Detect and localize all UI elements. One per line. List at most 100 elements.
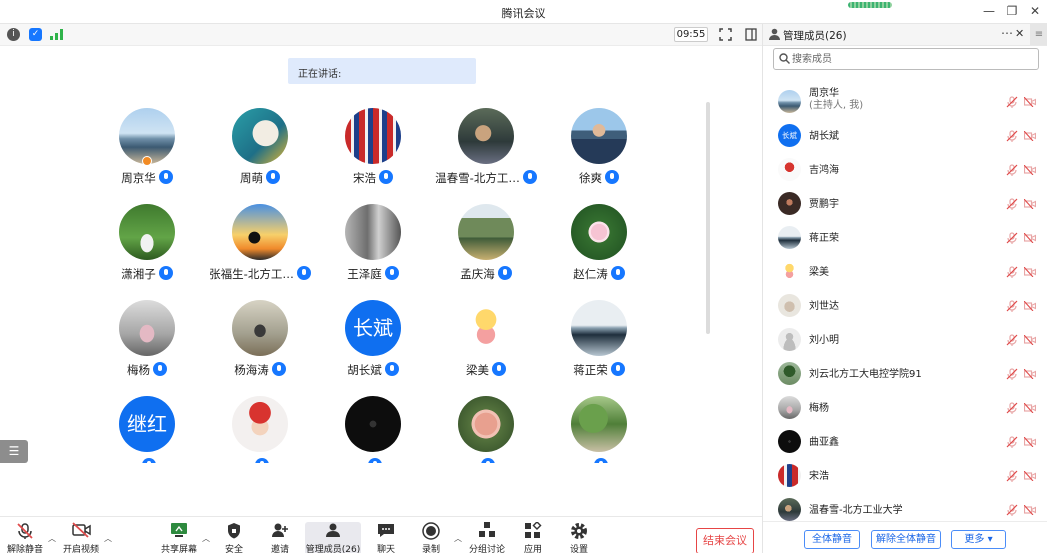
camera-off-icon[interactable] <box>1023 504 1037 516</box>
end-meeting-button[interactable]: 结束会议 <box>696 528 754 553</box>
more-options-icon[interactable]: ⋯ <box>1001 26 1013 40</box>
start-video-button[interactable]: 开启视频 <box>59 522 103 553</box>
mic-icon <box>610 266 625 280</box>
mic-muted-icon[interactable] <box>1006 334 1018 346</box>
more-button[interactable]: 更多 ▾ <box>951 530 1006 549</box>
close-panel-icon[interactable]: ✕ <box>1015 27 1024 40</box>
member-row[interactable]: 梁美 <box>763 254 1047 288</box>
participant-tile[interactable]: 潇湘子 <box>90 196 204 292</box>
camera-off-icon[interactable] <box>1023 96 1037 108</box>
fullscreen-icon[interactable] <box>719 28 732 41</box>
camera-off-icon[interactable] <box>1023 334 1037 346</box>
participant-tile[interactable]: 继红 <box>90 388 204 463</box>
participant-tile[interactable]: 梅杨 <box>90 292 204 388</box>
audio-options-caret-icon[interactable]: ︿ <box>48 533 56 544</box>
camera-off-icon[interactable] <box>1023 300 1037 312</box>
member-name-block: 刘云北方工大电控学院91 <box>809 365 922 380</box>
search-input[interactable] <box>792 51 1032 67</box>
unmute-button[interactable]: 解除静音 <box>3 522 47 553</box>
participant-tile[interactable]: 蒋正荣 <box>542 292 656 388</box>
participant-tile[interactable] <box>542 388 656 463</box>
mic-muted-icon[interactable] <box>1006 164 1018 176</box>
apps-button[interactable]: 应用 <box>511 520 555 553</box>
chat-button[interactable]: 聊天 <box>364 522 408 553</box>
member-row[interactable]: 吉鸿海 <box>763 152 1047 186</box>
camera-off-icon[interactable] <box>1023 368 1037 380</box>
member-search-field[interactable] <box>773 48 1039 70</box>
layout-icon[interactable] <box>745 28 757 41</box>
breakout-rooms-button[interactable]: 分组讨论 <box>465 522 509 553</box>
participant-tile[interactable]: 梁美 <box>429 292 543 388</box>
member-row[interactable]: 宋浩 <box>763 458 1047 492</box>
unmute-all-button[interactable]: 解除全体静音 <box>871 530 941 549</box>
participant-tile[interactable]: 长斌 胡长斌 <box>316 292 430 388</box>
member-row[interactable]: 曲亚鑫 <box>763 424 1047 458</box>
participant-tile[interactable]: 杨海涛 <box>203 292 317 388</box>
mic-muted-icon[interactable] <box>1006 402 1018 414</box>
panel-menu-icon[interactable]: ≡ <box>1030 24 1047 45</box>
participant-tile[interactable]: 徐爽 <box>542 100 656 196</box>
participant-tile[interactable] <box>203 388 317 463</box>
shield-icon[interactable]: ✓ <box>29 28 42 41</box>
mic-muted-icon[interactable] <box>1006 198 1018 210</box>
restore-icon[interactable]: ❐ <box>1003 3 1021 19</box>
member-row[interactable]: 刘云北方工大电控学院91 <box>763 356 1047 390</box>
participant-tile[interactable] <box>316 388 430 463</box>
close-icon[interactable]: ✕ <box>1026 3 1044 19</box>
mic-muted-icon[interactable] <box>1006 130 1018 142</box>
camera-off-icon[interactable] <box>1023 164 1037 176</box>
mic-muted-icon[interactable] <box>1006 96 1018 108</box>
member-avatar <box>778 294 801 317</box>
participant-name: 赵仁涛 <box>573 267 608 281</box>
participant-name-row: 徐爽 <box>542 170 656 186</box>
participant-tile[interactable]: 温春雪-北方工… <box>429 100 543 196</box>
video-options-caret-icon[interactable]: ︿ <box>104 533 112 544</box>
camera-off-icon[interactable] <box>1023 402 1037 414</box>
participant-tile[interactable]: 孟庆海 <box>429 196 543 292</box>
security-button[interactable]: 安全 <box>212 522 256 553</box>
share-options-caret-icon[interactable]: ︿ <box>202 533 210 544</box>
manage-members-button[interactable]: 管理成员(26) <box>305 522 361 553</box>
participant-name-row <box>542 458 656 463</box>
camera-off-icon[interactable] <box>1023 232 1037 244</box>
record-button[interactable]: 录制 <box>409 522 453 553</box>
camera-off-icon[interactable] <box>1023 130 1037 142</box>
mic-muted-icon[interactable] <box>1006 266 1018 278</box>
member-row[interactable]: 周京华 (主持人, 我) <box>763 84 1047 118</box>
participant-tile[interactable]: 周萌 <box>203 100 317 196</box>
member-row[interactable]: 蒋正荣 <box>763 220 1047 254</box>
participant-avatar <box>458 300 514 356</box>
member-row[interactable]: 贾鹏宇 <box>763 186 1047 220</box>
share-screen-button[interactable]: 共享屏幕 <box>157 522 201 553</box>
mic-muted-icon[interactable] <box>1006 470 1018 482</box>
camera-off-icon[interactable] <box>1023 470 1037 482</box>
mic-muted-icon[interactable] <box>1006 436 1018 448</box>
minimize-icon[interactable]: — <box>980 3 998 19</box>
participant-tile[interactable]: 赵仁涛 <box>542 196 656 292</box>
settings-button[interactable]: 设置 <box>557 522 601 553</box>
member-row[interactable]: 刘世达 <box>763 288 1047 322</box>
participant-tile[interactable]: 张福生-北方工… <box>203 196 317 292</box>
mute-all-button[interactable]: 全体静音 <box>804 530 860 549</box>
signal-bars-icon[interactable] <box>50 29 64 40</box>
mic-muted-icon[interactable] <box>1006 368 1018 380</box>
gallery-scrollbar[interactable] <box>706 102 710 334</box>
camera-off-icon[interactable] <box>1023 198 1037 210</box>
camera-off-icon[interactable] <box>1023 436 1037 448</box>
participant-tile[interactable]: 王泽庭 <box>316 196 430 292</box>
participant-tile[interactable]: 宋浩 <box>316 100 430 196</box>
mic-muted-icon[interactable] <box>1006 504 1018 516</box>
camera-off-icon[interactable] <box>1023 266 1037 278</box>
window-title: 腾讯会议 <box>501 7 546 20</box>
invite-button[interactable]: 邀请 <box>258 522 302 553</box>
member-row[interactable]: 刘小明 <box>763 322 1047 356</box>
record-options-caret-icon[interactable]: ︿ <box>454 533 462 544</box>
participant-tile[interactable]: 周京华 <box>90 100 204 196</box>
list-view-toggle[interactable]: ☰ <box>0 440 28 463</box>
participant-tile[interactable] <box>429 388 543 463</box>
member-row[interactable]: 长斌 胡长斌 <box>763 118 1047 152</box>
info-icon[interactable]: i <box>7 28 20 41</box>
member-row[interactable]: 梅杨 <box>763 390 1047 424</box>
mic-muted-icon[interactable] <box>1006 300 1018 312</box>
mic-muted-icon[interactable] <box>1006 232 1018 244</box>
